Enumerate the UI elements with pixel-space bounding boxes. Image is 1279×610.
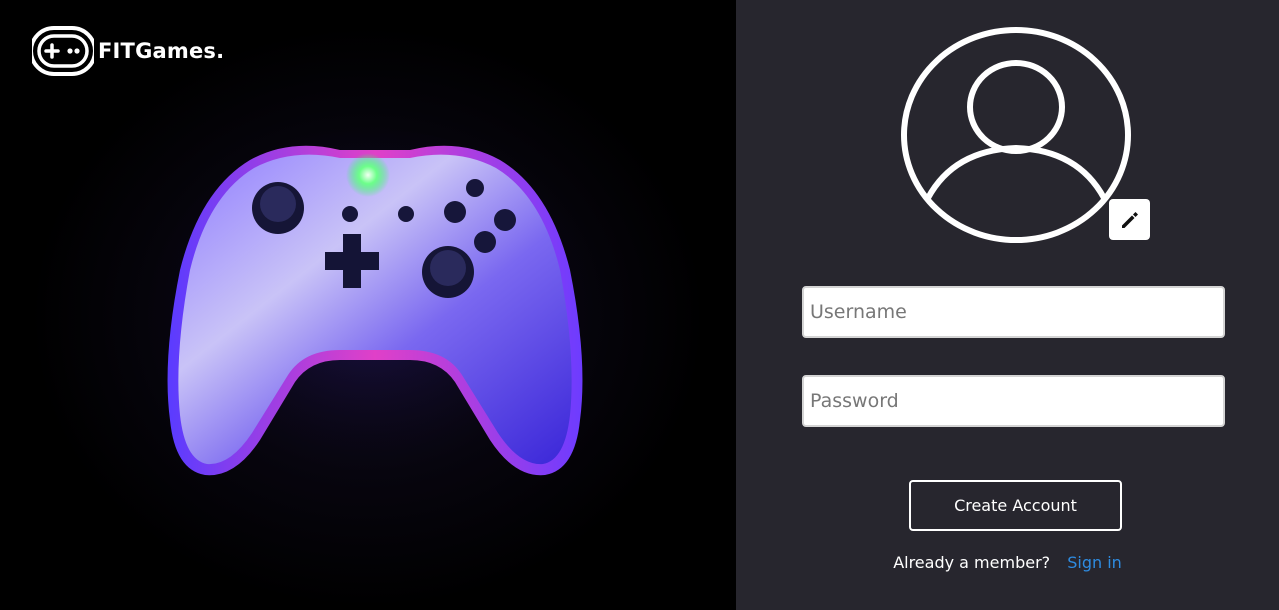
- create-account-button[interactable]: Create Account: [909, 480, 1122, 531]
- brand[interactable]: FITGames.: [32, 24, 224, 78]
- signin-prompt: Already a member? Sign in: [736, 553, 1279, 572]
- brand-name: FITGames.: [98, 39, 225, 63]
- game-controller-image: [150, 130, 600, 490]
- pencil-icon: [1121, 211, 1138, 228]
- signup-panel: Create Account Already a member? Sign in: [736, 0, 1279, 610]
- signin-link[interactable]: Sign in: [1067, 553, 1122, 572]
- member-prompt-text: Already a member?: [893, 553, 1051, 572]
- hero-panel: FITGames.: [0, 0, 736, 610]
- user-avatar-icon[interactable]: [900, 26, 1132, 244]
- edit-avatar-button[interactable]: [1109, 199, 1150, 240]
- password-input[interactable]: [802, 375, 1225, 427]
- gamepad-logo-icon: [32, 26, 94, 76]
- username-input[interactable]: [802, 286, 1225, 338]
